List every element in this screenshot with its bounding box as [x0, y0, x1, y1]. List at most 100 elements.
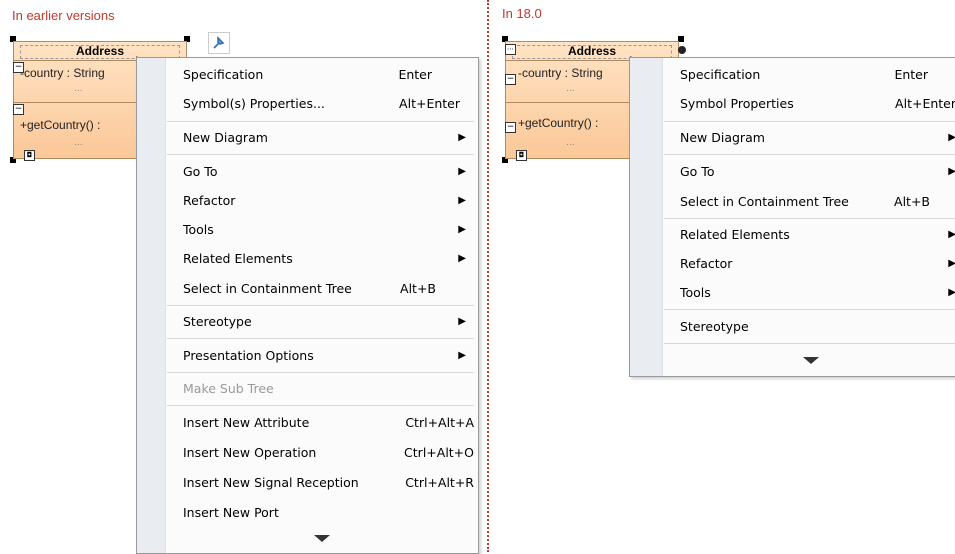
scroll-down-arrow-icon: [313, 534, 330, 542]
collapse-icon[interactable]: −: [13, 104, 24, 115]
menu-item-label: Select in Containment Tree: [183, 280, 352, 296]
menu-item-label: New Diagram: [680, 129, 765, 145]
menu-item-label: Refactor: [183, 192, 236, 208]
menu-item-symbol-properties[interactable]: Symbol Properties Alt+Enter: [662, 89, 955, 117]
menu-item-new-diagram[interactable]: New Diagram ▶: [662, 123, 955, 151]
menu-item-label: New Diagram: [183, 129, 268, 145]
menu-item-select-in-containment-tree[interactable]: Select in Containment Tree Alt+B: [662, 187, 955, 215]
menu-item-label: Go To: [183, 163, 218, 179]
pin-icon[interactable]: [208, 32, 230, 54]
menu-separator: [167, 154, 474, 155]
menu-item-related-elements[interactable]: Related Elements ▶: [662, 220, 955, 248]
resize-icon[interactable]: ◘: [24, 150, 35, 161]
submenu-arrow-icon: ▶: [458, 252, 466, 264]
menu-scroll-down-button[interactable]: [165, 526, 478, 550]
menu-separator: [664, 309, 955, 310]
menu-item-shortcut: Ctrl+Alt+O: [404, 444, 474, 460]
menu-item-stereotype[interactable]: Stereotype: [662, 312, 955, 340]
menu-scroll-down-button[interactable]: [662, 348, 955, 372]
menu-item-label: Insert New Attribute: [183, 414, 310, 430]
menu-item-label: Make Sub Tree: [183, 380, 274, 396]
menu-item-insert-new-operation[interactable]: Insert New Operation Ctrl+Alt+O: [165, 438, 478, 466]
menu-item-label: Refactor: [680, 255, 733, 271]
attribute-text: -country : String: [518, 66, 603, 80]
menu-item-new-diagram[interactable]: New Diagram ▶: [165, 123, 478, 151]
menu-item-shortcut: Ctrl+Alt+R: [405, 474, 474, 490]
menu-item-specification[interactable]: Specification Enter: [165, 60, 478, 88]
menu-item-label: Symbol(s) Properties...: [183, 95, 325, 111]
menu-separator: [664, 121, 955, 122]
menu-item-go-to[interactable]: Go To ▶: [662, 157, 955, 185]
menu-item-label: Specification: [680, 66, 761, 82]
attribute-text: -country : String: [20, 66, 105, 80]
menu-item-shortcut: Enter: [894, 66, 928, 82]
menu-item-shortcut: Enter: [398, 66, 432, 82]
menu-item-shortcut: Alt+Enter: [399, 95, 460, 111]
menu-item-label: Related Elements: [183, 250, 293, 266]
menu-separator: [664, 343, 955, 344]
context-menu-old: Specification Enter Symbol(s) Properties…: [136, 57, 479, 554]
menu-item-label: Tools: [680, 284, 711, 300]
attribute-more-dots: ...: [74, 84, 83, 94]
quick-action-icon[interactable]: [678, 46, 686, 54]
menu-item-symbol-properties[interactable]: Symbol(s) Properties... Alt+Enter: [165, 89, 478, 117]
menu-item-tools[interactable]: Tools ▶: [165, 215, 478, 243]
scroll-down-arrow-icon: [803, 356, 819, 364]
collapse-icon[interactable]: −: [505, 122, 516, 133]
menu-item-shortcut: Alt+B: [400, 280, 436, 296]
menu-separator: [664, 154, 955, 155]
menu-icon-gutter: [630, 58, 663, 376]
menu-item-label: Presentation Options: [183, 347, 314, 363]
menu-item-make-sub-tree: Make Sub Tree: [165, 374, 478, 402]
menu-item-label: Symbol Properties: [680, 95, 794, 111]
menu-item-shortcut: Alt+Enter: [895, 95, 955, 111]
menu-item-insert-new-attribute[interactable]: Insert New Attribute Ctrl+Alt+A: [165, 408, 478, 436]
operation-more-dots: ...: [566, 138, 575, 148]
menu-separator: [167, 405, 474, 406]
menu-item-go-to[interactable]: Go To ▶: [165, 157, 478, 185]
menu-item-insert-new-port[interactable]: Insert New Port: [165, 498, 478, 526]
submenu-arrow-icon: ▶: [948, 286, 955, 298]
menu-item-shortcut: Alt+B: [894, 193, 930, 209]
menu-item-tools[interactable]: Tools ▶: [662, 278, 955, 306]
right-panel: Address ⋯ − -country : String ... − +get…: [490, 0, 955, 552]
menu-item-select-in-containment-tree[interactable]: Select in Containment Tree Alt+B: [165, 274, 478, 302]
submenu-arrow-icon: ▶: [458, 165, 466, 177]
menu-item-presentation-options[interactable]: Presentation Options ▶: [165, 341, 478, 369]
menu-separator: [167, 338, 474, 339]
menu-item-label: Select in Containment Tree: [680, 193, 849, 209]
menu-item-label: Insert New Operation: [183, 444, 317, 460]
menu-item-refactor[interactable]: Refactor ▶: [662, 249, 955, 277]
resize-icon[interactable]: ◘: [516, 150, 527, 161]
menu-item-label: Tools: [183, 221, 214, 237]
menu-item-label: Related Elements: [680, 226, 790, 242]
menu-separator: [167, 121, 474, 122]
context-menu-new: Specification Enter Symbol Properties Al…: [629, 57, 955, 377]
menu-item-label: Insert New Port: [183, 504, 279, 520]
menu-icon-gutter: [137, 58, 166, 553]
left-panel: Address − -country : String ... − +getCo…: [0, 0, 487, 554]
operation-more-dots: ...: [74, 138, 83, 148]
menu-item-specification[interactable]: Specification Enter: [662, 60, 955, 88]
menu-item-label: Stereotype: [680, 318, 749, 334]
menu-item-refactor[interactable]: Refactor ▶: [165, 186, 478, 214]
menu-separator: [167, 305, 474, 306]
menu-separator: [664, 218, 955, 219]
menu-item-stereotype[interactable]: Stereotype ▶: [165, 307, 478, 335]
submenu-arrow-icon: ▶: [948, 228, 955, 240]
collapse-icon[interactable]: −: [505, 74, 516, 85]
submenu-arrow-icon: ▶: [948, 131, 955, 143]
attribute-more-dots: ...: [566, 84, 575, 94]
menu-item-related-elements[interactable]: Related Elements ▶: [165, 244, 478, 272]
submenu-arrow-icon: ▶: [458, 194, 466, 206]
menu-item-insert-new-signal-reception[interactable]: Insert New Signal Reception Ctrl+Alt+R: [165, 468, 478, 496]
menu-item-shortcut: Ctrl+Alt+A: [405, 414, 474, 430]
menu-item-label: Specification: [183, 66, 264, 82]
submenu-arrow-icon: ▶: [948, 257, 955, 269]
menu-item-label: Stereotype: [183, 313, 252, 329]
collapse-icon[interactable]: ⋯: [505, 44, 516, 55]
submenu-arrow-icon: ▶: [458, 223, 466, 235]
menu-item-label: Go To: [680, 163, 715, 179]
operation-text: +getCountry() :: [20, 118, 101, 132]
menu-item-label: Insert New Signal Reception: [183, 474, 359, 490]
